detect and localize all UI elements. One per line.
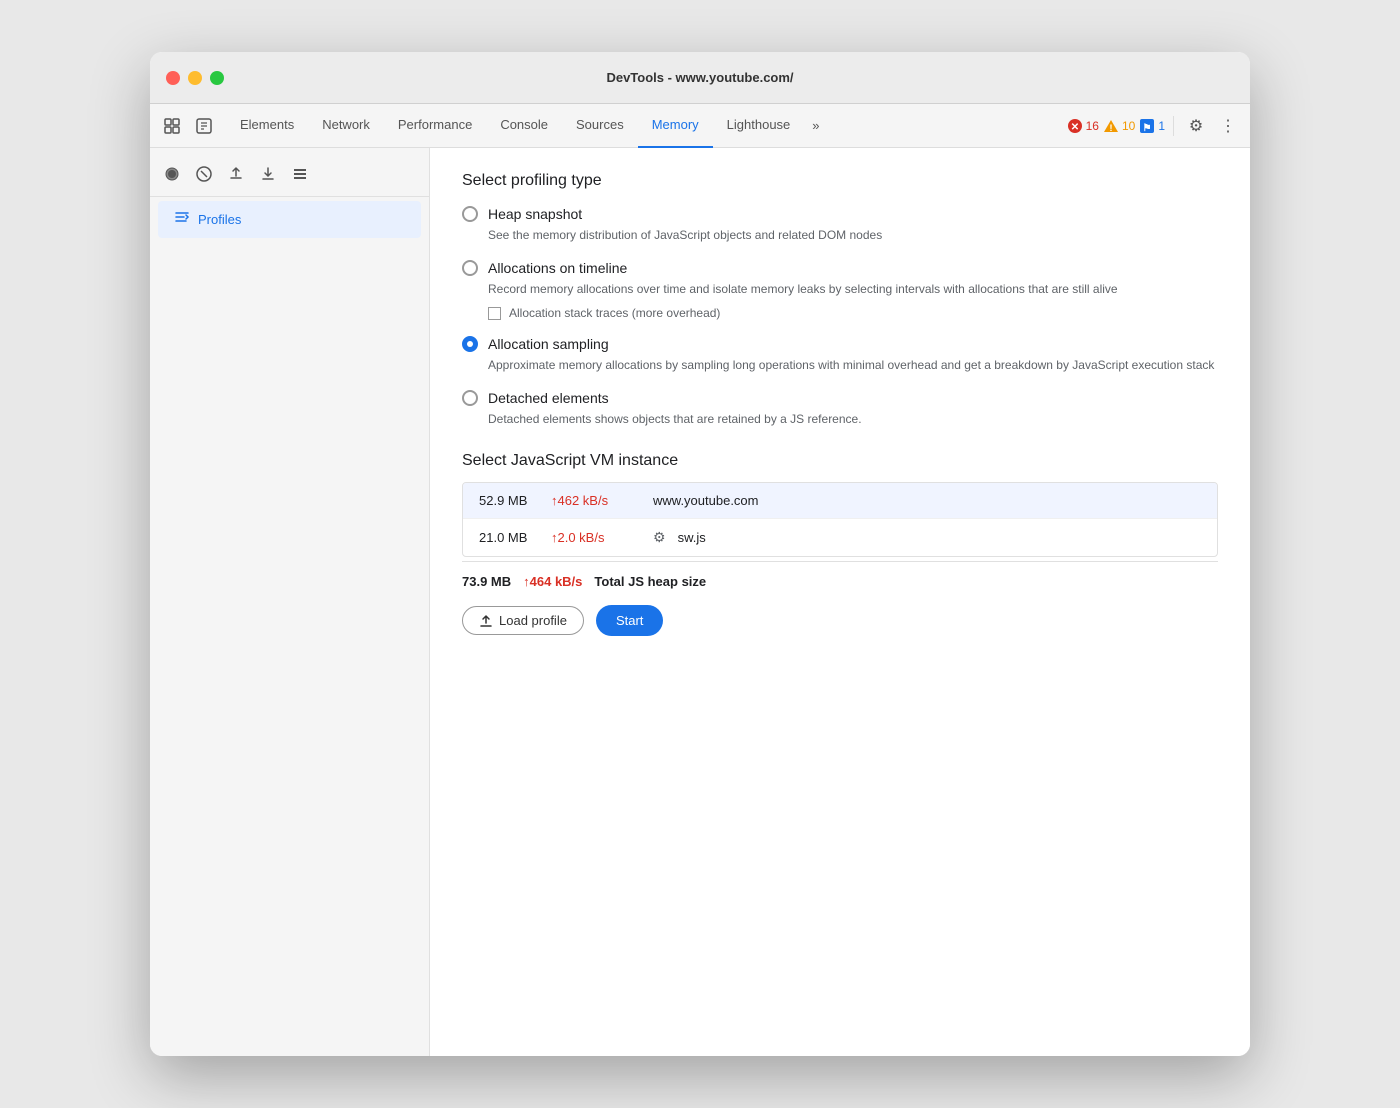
nav-tabs: Elements Network Performance Console Sou… [226,104,1067,147]
tab-console[interactable]: Console [486,104,562,148]
total-size: 73.9 MB [462,574,511,589]
heap-label[interactable]: Heap snapshot [488,206,582,222]
heap-desc: See the memory distribution of JavaScrip… [488,226,1218,244]
option-allocations: Allocations on timeline Record memory al… [462,260,1218,320]
radio-heap[interactable] [462,206,478,222]
profiles-icon [174,209,190,230]
titlebar: DevTools - www.youtube.com/ [150,52,1250,104]
svg-text:!: ! [1109,123,1112,133]
warning-badge[interactable]: ! 10 [1103,118,1135,134]
close-button[interactable] [166,71,180,85]
total-rate: ↑464 kB/s [523,574,582,589]
radio-allocations[interactable] [462,260,478,276]
option-detached: Detached elements Detached elements show… [462,390,1218,428]
radio-sampling[interactable] [462,336,478,352]
info-badge[interactable]: ⚑ 1 [1139,118,1165,134]
devtools-window: DevTools - www.youtube.com/ [150,52,1250,1056]
tab-more[interactable]: » [804,104,827,148]
record-button[interactable] [158,160,186,188]
detached-desc: Detached elements shows objects that are… [488,410,1218,428]
inspect-icon[interactable] [190,112,218,140]
upload-icon [479,614,493,628]
section-title: Select profiling type [462,172,1218,190]
window-title: DevTools - www.youtube.com/ [606,70,793,85]
svg-text:✕: ✕ [1070,122,1078,133]
checkbox-label: Allocation stack traces (more overhead) [509,306,720,320]
vm-name-2: sw.js [678,530,1201,545]
profiles-label: Profiles [198,212,241,227]
vm-row-youtube[interactable]: 52.9 MB ↑462 kB/s www.youtube.com [463,483,1217,519]
vm-rate-1: ↑462 kB/s [551,493,641,508]
option-allocations-header: Allocations on timeline [462,260,1218,276]
svg-text:⚑: ⚑ [1143,123,1152,134]
radio-detached[interactable] [462,390,478,406]
settings-icon[interactable]: ⚙ [1182,112,1210,140]
tab-performance[interactable]: Performance [384,104,486,148]
load-profile-button[interactable]: Load profile [462,606,584,635]
option-sampling: Allocation sampling Approximate memory a… [462,336,1218,374]
option-heap: Heap snapshot See the memory distributio… [462,206,1218,244]
vm-section-title: Select JavaScript VM instance [462,452,1218,470]
sidebar-toolbar [150,156,429,197]
gear-icon: ⚙ [653,529,666,546]
nav-toolbar: Elements Network Performance Console Sou… [150,104,1250,148]
detached-label[interactable]: Detached elements [488,390,609,406]
footer-bar: 73.9 MB ↑464 kB/s Total JS heap size [462,561,1218,589]
vm-rate-2: ↑2.0 kB/s [551,530,641,545]
clear-button[interactable] [286,160,314,188]
vm-size-1: 52.9 MB [479,493,539,508]
action-buttons: Load profile Start [462,605,1218,636]
minimize-button[interactable] [188,71,202,85]
more-icon[interactable]: ⋮ [1214,112,1242,140]
error-badge[interactable]: ✕ 16 [1067,118,1099,134]
content-area: Select profiling type Heap snapshot See … [430,148,1250,1056]
main-content: Profiles Select profiling type Heap snap… [150,148,1250,1056]
traffic-lights [166,71,224,85]
divider [1173,116,1174,136]
tab-sources[interactable]: Sources [562,104,638,148]
sidebar-item-profiles[interactable]: Profiles [158,201,421,238]
tab-memory[interactable]: Memory [638,104,713,148]
toolbar-right: ✕ 16 ! 10 ⚑ 1 ⚙ ⋮ [1067,112,1242,140]
sidebar: Profiles [150,148,430,1056]
total-label: Total JS heap size [594,574,706,589]
option-detached-header: Detached elements [462,390,1218,406]
option-heap-header: Heap snapshot [462,206,1218,222]
maximize-button[interactable] [210,71,224,85]
toolbar-icons-left [158,112,218,140]
tab-lighthouse[interactable]: Lighthouse [713,104,805,148]
tab-network[interactable]: Network [308,104,384,148]
stop-button[interactable] [190,160,218,188]
cursor-icon[interactable] [158,112,186,140]
vm-instances-table: 52.9 MB ↑462 kB/s www.youtube.com 21.0 M… [462,482,1218,557]
allocations-desc: Record memory allocations over time and … [488,280,1218,298]
sampling-desc: Approximate memory allocations by sampli… [488,356,1218,374]
tab-elements[interactable]: Elements [226,104,308,148]
allocation-traces-checkbox[interactable] [488,307,501,320]
allocations-label[interactable]: Allocations on timeline [488,260,627,276]
option-sampling-header: Allocation sampling [462,336,1218,352]
start-button[interactable]: Start [596,605,663,636]
vm-name-1: www.youtube.com [653,493,1201,508]
vm-row-sw[interactable]: 21.0 MB ↑2.0 kB/s ⚙ sw.js [463,519,1217,556]
vm-size-2: 21.0 MB [479,530,539,545]
checkbox-row: Allocation stack traces (more overhead) [488,306,1218,320]
sampling-label[interactable]: Allocation sampling [488,336,609,352]
upload-button[interactable] [222,160,250,188]
download-button[interactable] [254,160,282,188]
